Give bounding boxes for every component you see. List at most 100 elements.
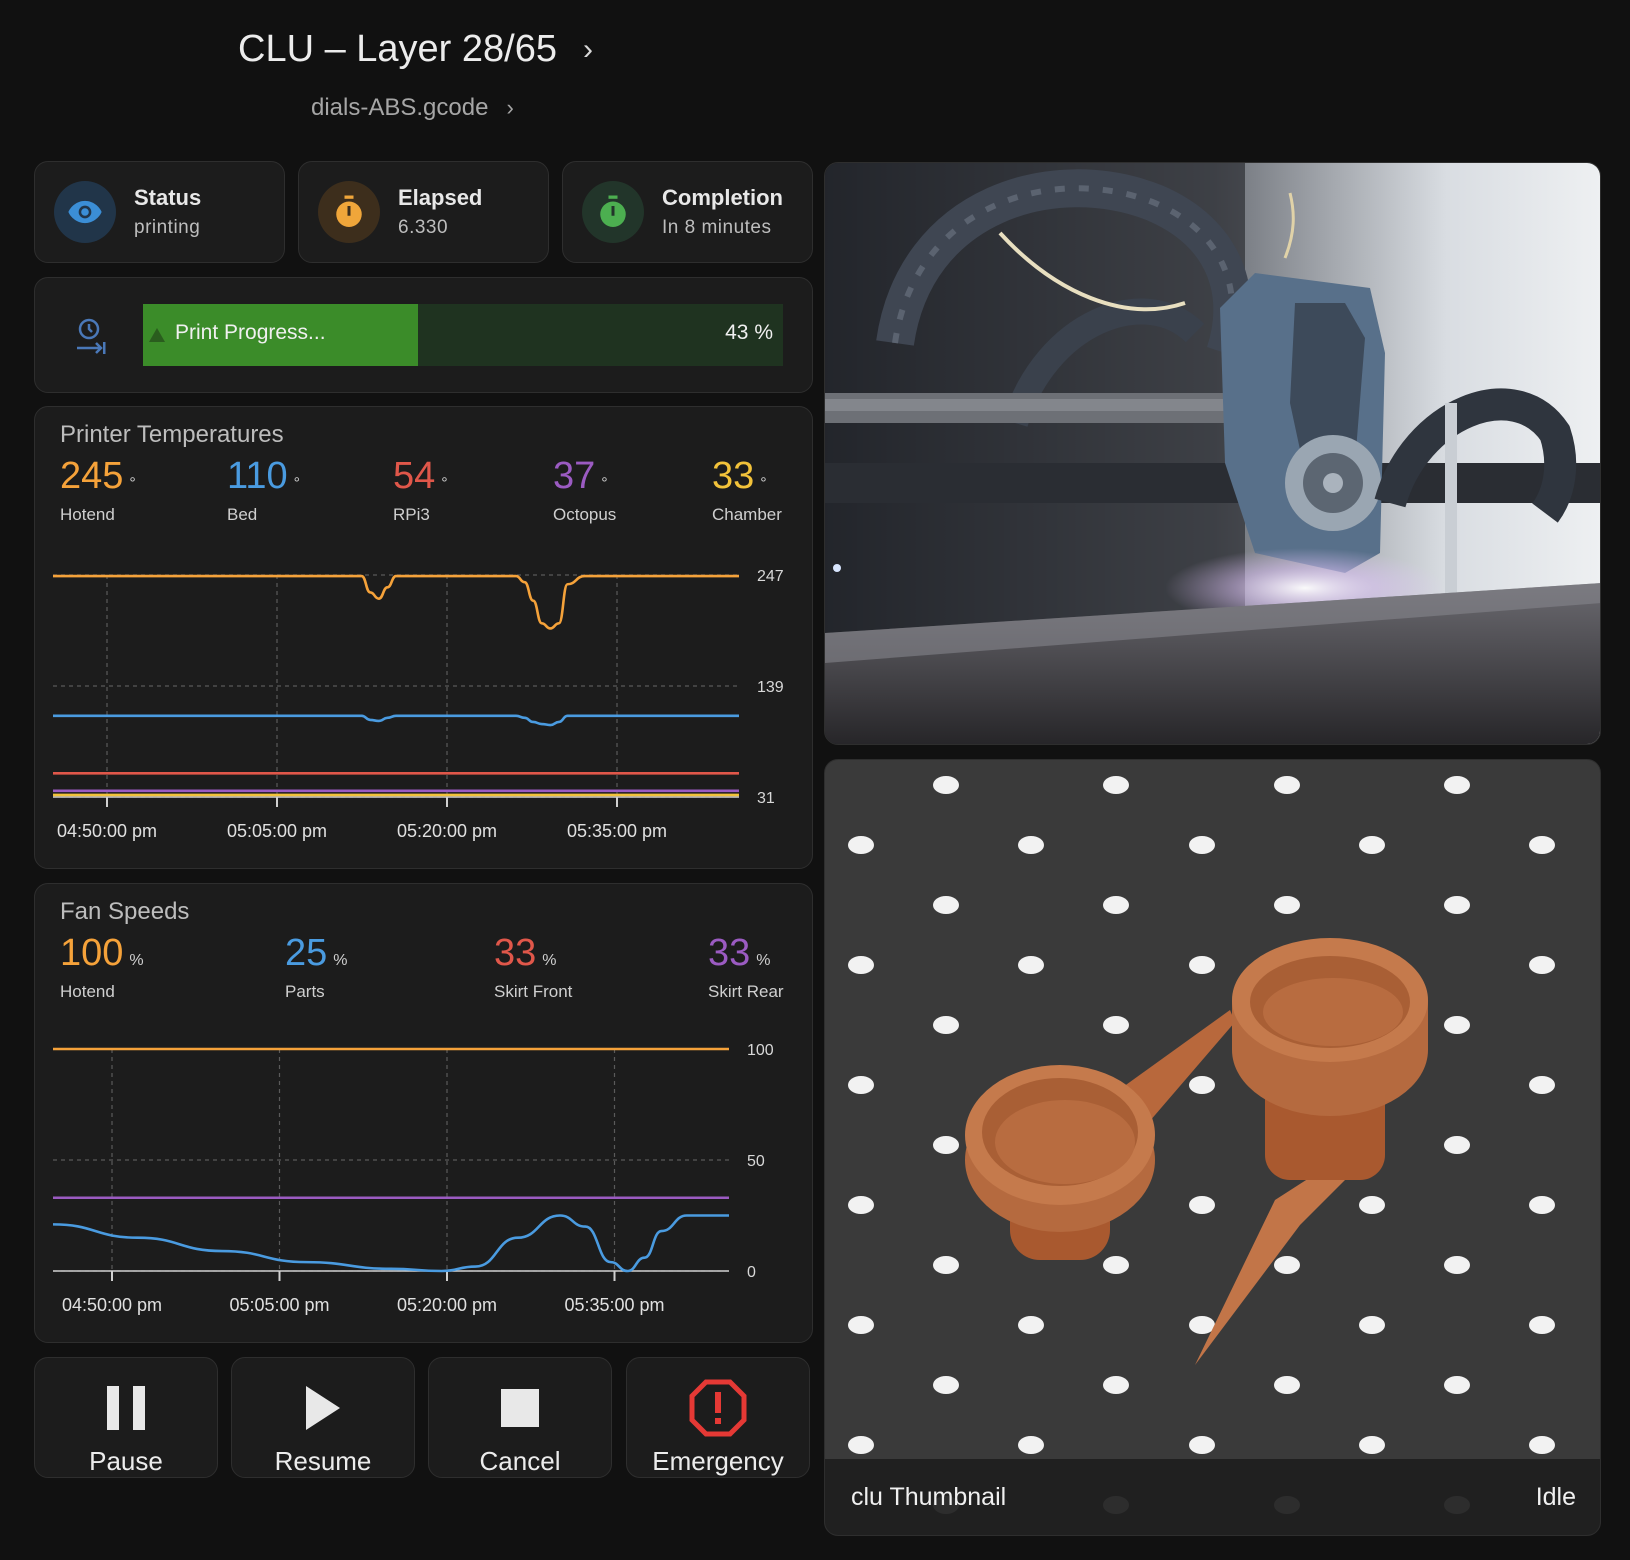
page-title[interactable]: CLU – Layer 28/65 › — [238, 28, 593, 71]
progress-bar: Print Progress... 43 % — [143, 304, 783, 366]
thumbnail-dot — [1444, 896, 1470, 914]
alert-octagon-icon — [689, 1378, 747, 1438]
timer-icon — [582, 181, 644, 243]
progress-label: Print Progress... — [175, 321, 326, 344]
thumbnail-dot — [1444, 1256, 1470, 1274]
chevron-right-icon: › — [506, 95, 514, 120]
thumbnail-dot — [1359, 1316, 1385, 1334]
thumbnail-dot — [848, 1436, 874, 1454]
thumbnail-dot — [1274, 776, 1300, 794]
thumbnail-dot — [1529, 836, 1555, 854]
thumbnail-dot — [1359, 1436, 1385, 1454]
thumbnail-dot — [1189, 1436, 1215, 1454]
series-line-1 — [52, 714, 740, 727]
thumbnail-dot — [1189, 1196, 1215, 1214]
x-tick-label: 05:20:00 pm — [397, 821, 497, 841]
y-tick-label: 31 — [757, 790, 775, 807]
elapsed-tile[interactable]: Elapsed 6.330 — [298, 161, 549, 263]
pause-button[interactable]: Pause — [34, 1357, 218, 1478]
y-tick-label: 0 — [747, 1264, 756, 1281]
thumbnail-dot — [1444, 1136, 1470, 1154]
resume-button[interactable]: Resume — [231, 1357, 415, 1478]
elapsed-value: 6.330 — [398, 217, 449, 238]
y-tick-label: 139 — [757, 679, 784, 696]
arrow-up-icon — [149, 328, 165, 342]
thumbnail-dot — [1529, 1196, 1555, 1214]
thumbnail-dot — [848, 1196, 874, 1214]
thumbnail-dot — [1444, 776, 1470, 794]
thumbnail-dot — [1359, 836, 1385, 854]
x-tick-label: 05:35:00 pm — [567, 821, 667, 841]
thumbnail-dot — [1018, 836, 1044, 854]
temperature-chart: 247 139 31 04:50:00 pm 05:05:00 pm 05:20:00 p… — [52, 568, 784, 841]
temperatures-card[interactable]: Printer Temperatures 245 ° Hotend 110 ° Bed 54… — [34, 406, 813, 869]
thumbnail-dot — [1529, 1316, 1555, 1334]
resume-label: Resume — [274, 1446, 372, 1476]
thumbnail-dot — [1018, 956, 1044, 974]
thumbnail-image — [848, 776, 1555, 1514]
play-icon — [305, 1378, 341, 1438]
thumbnail-dot — [1103, 1376, 1129, 1394]
file-name: dials-ABS.gcode — [311, 94, 489, 121]
thumbnail-dot — [848, 1316, 874, 1334]
thumbnail-dot — [1103, 1256, 1129, 1274]
thumbnail-dot — [933, 896, 959, 914]
thumbnail-label: clu Thumbnail — [851, 1483, 1007, 1511]
x-tick-label: 04:50:00 pm — [62, 1295, 162, 1315]
thumbnail-dot — [933, 1256, 959, 1274]
fan-speeds-card[interactable]: Fan Speeds 100% Hotend 25% Parts 33% Skirt Fr… — [34, 883, 813, 1343]
thumbnail-dot — [1274, 1256, 1300, 1274]
x-tick-label: 05:05:00 pm — [227, 821, 327, 841]
y-tick-label: 50 — [747, 1153, 765, 1170]
chevron-right-icon: › — [582, 32, 593, 66]
stop-icon — [500, 1378, 540, 1438]
thumbnail-dot — [1103, 776, 1129, 794]
y-tick-label: 247 — [757, 568, 784, 585]
x-tick-label: 05:05:00 pm — [229, 1295, 329, 1315]
thumbnail-dot — [1274, 896, 1300, 914]
thumbnail-dot — [933, 1376, 959, 1394]
thumbnail-dot — [1444, 1376, 1470, 1394]
camera-feed-image — [825, 163, 1600, 744]
thumbnail-dot — [1359, 1196, 1385, 1214]
status-value: printing — [134, 217, 201, 238]
thumbnail-dot — [1018, 1436, 1044, 1454]
camera-feed[interactable] — [824, 162, 1601, 745]
status-tile[interactable]: Status printing — [34, 161, 285, 263]
completion-tile[interactable]: Completion In 8 minutes — [562, 161, 813, 263]
x-tick-label: 05:35:00 pm — [564, 1295, 664, 1315]
thumbnail-dot — [933, 1136, 959, 1154]
thumbnail-dot — [933, 1016, 959, 1034]
print-progress-card[interactable]: Print Progress... 43 % — [34, 277, 813, 393]
thumbnail-dot — [1103, 1016, 1129, 1034]
progress-percent: 43 % — [725, 321, 773, 344]
status-label: Status — [134, 185, 202, 210]
timer-progress-icon — [75, 316, 107, 361]
x-tick-label: 05:20:00 pm — [397, 1295, 497, 1315]
thumbnail-dot — [1189, 1316, 1215, 1334]
y-tick-label: 100 — [747, 1042, 774, 1059]
thumbnail-dot — [933, 776, 959, 794]
series-line-2 — [52, 1214, 729, 1273]
thumbnail-dot — [1444, 1016, 1470, 1034]
thumbnail-panel[interactable]: clu Thumbnail Idle — [824, 759, 1601, 1536]
file-subtitle[interactable]: dials-ABS.gcode › — [311, 94, 514, 122]
thumbnail-dot — [1103, 896, 1129, 914]
thumbnail-state: Idle — [1535, 1483, 1576, 1511]
timer-icon — [318, 181, 380, 243]
thumbnail-dot — [1529, 1436, 1555, 1454]
cancel-label: Cancel — [479, 1446, 561, 1476]
emergency-label: Emergency — [652, 1446, 784, 1476]
completion-label: Completion — [662, 185, 783, 210]
emergency-button[interactable]: Emergency — [626, 1357, 810, 1478]
thumbnail-dot — [1529, 956, 1555, 974]
thumbnail-dot — [1274, 1376, 1300, 1394]
series-line-0 — [53, 574, 739, 630]
thumbnail-dot — [848, 956, 874, 974]
thumbnail-dot — [1189, 956, 1215, 974]
cancel-button[interactable]: Cancel — [428, 1357, 612, 1478]
fan-chart: 100 50 0 04:50:00 pm 05:05:00 pm 05:20:00 pm 0… — [52, 1042, 774, 1315]
thumbnail-dot — [848, 1076, 874, 1094]
thumbnail-dot — [1189, 836, 1215, 854]
thumbnail-footer: clu Thumbnail Idle — [825, 1459, 1600, 1535]
